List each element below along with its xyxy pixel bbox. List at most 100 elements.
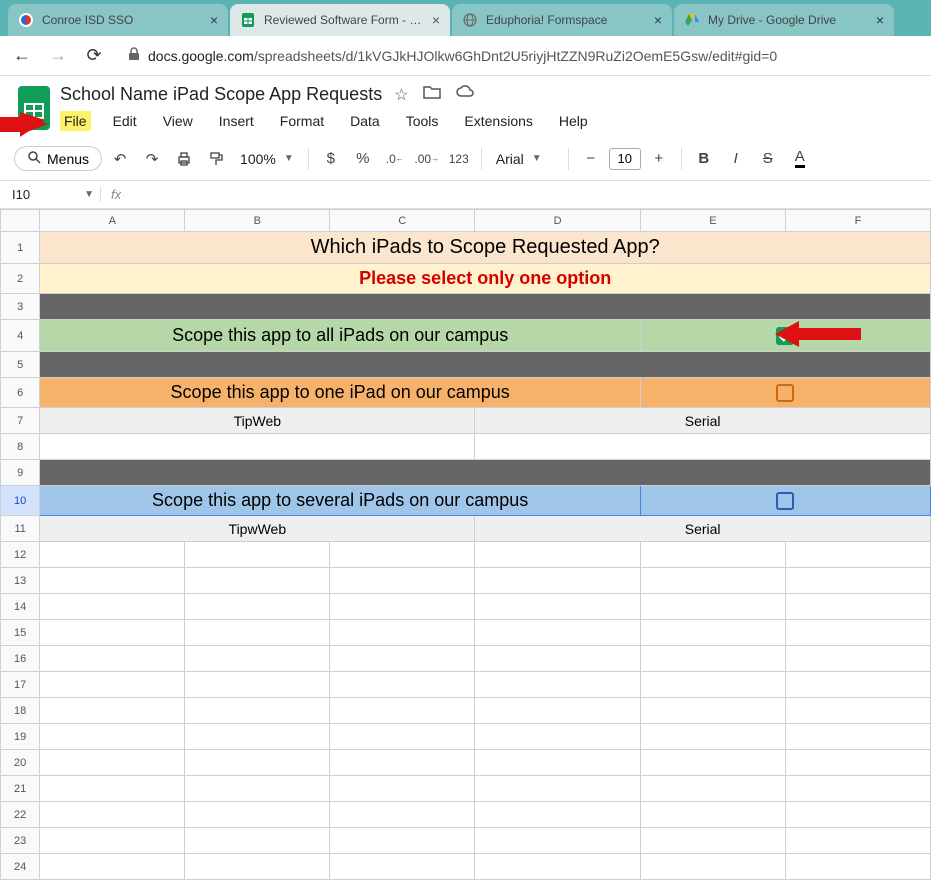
option-all-checkbox-cell[interactable] — [640, 320, 930, 352]
separator-cell[interactable] — [40, 352, 931, 378]
cell[interactable] — [40, 620, 185, 646]
cell[interactable] — [185, 750, 330, 776]
cloud-status-icon[interactable] — [455, 85, 475, 105]
cell[interactable] — [475, 750, 641, 776]
checkbox-icon[interactable] — [776, 327, 794, 345]
cell[interactable] — [475, 434, 931, 460]
menu-insert[interactable]: Insert — [215, 111, 258, 131]
cell[interactable] — [185, 854, 330, 880]
cell[interactable] — [40, 828, 185, 854]
text-color-button[interactable]: A — [786, 145, 814, 173]
cell[interactable] — [640, 854, 785, 880]
print-button[interactable] — [170, 145, 198, 173]
cell[interactable] — [330, 594, 475, 620]
row-header[interactable]: 17 — [1, 672, 40, 698]
italic-button[interactable]: I — [722, 145, 750, 173]
cell[interactable] — [475, 854, 641, 880]
increase-font-button[interactable]: + — [645, 145, 673, 173]
cell[interactable] — [640, 620, 785, 646]
row-header[interactable]: 23 — [1, 828, 40, 854]
document-title[interactable]: School Name iPad Scope App Requests — [60, 84, 382, 105]
tipweb-header-2[interactable]: TipwWeb — [40, 516, 475, 542]
cell[interactable] — [475, 672, 641, 698]
row-header[interactable]: 3 — [1, 294, 40, 320]
cell[interactable] — [475, 776, 641, 802]
cell[interactable] — [185, 594, 330, 620]
cell[interactable] — [40, 750, 185, 776]
reload-button[interactable]: ⟳ — [82, 45, 106, 66]
percent-button[interactable]: % — [349, 145, 377, 173]
sheets-logo-icon[interactable] — [16, 84, 52, 137]
currency-button[interactable]: $ — [317, 145, 345, 173]
cell[interactable] — [785, 854, 930, 880]
row-header[interactable]: 10 — [1, 486, 40, 516]
cell[interactable] — [185, 672, 330, 698]
cell[interactable] — [785, 802, 930, 828]
cell[interactable] — [40, 776, 185, 802]
cell[interactable] — [330, 542, 475, 568]
cell[interactable] — [785, 724, 930, 750]
more-formats-button[interactable]: 123 — [445, 145, 473, 173]
option-several-label[interactable]: Scope this app to several iPads on our c… — [40, 486, 641, 516]
col-header-D[interactable]: D — [475, 210, 641, 232]
cell[interactable] — [330, 828, 475, 854]
address-bar[interactable]: docs.google.com/spreadsheets/d/1kVGJkHJO… — [118, 42, 921, 70]
cell[interactable] — [330, 750, 475, 776]
cell[interactable] — [330, 854, 475, 880]
cell[interactable] — [185, 802, 330, 828]
cell[interactable] — [185, 568, 330, 594]
menu-view[interactable]: View — [159, 111, 197, 131]
cell[interactable] — [330, 776, 475, 802]
cell[interactable] — [785, 698, 930, 724]
cell[interactable] — [785, 828, 930, 854]
cell[interactable] — [785, 620, 930, 646]
cell[interactable] — [40, 646, 185, 672]
cell[interactable] — [640, 802, 785, 828]
cell[interactable] — [475, 594, 641, 620]
cell[interactable] — [785, 542, 930, 568]
row-header[interactable]: 11 — [1, 516, 40, 542]
menu-file[interactable]: File — [60, 111, 91, 131]
cell[interactable] — [330, 568, 475, 594]
row-header[interactable]: 1 — [1, 232, 40, 264]
row-header[interactable]: 14 — [1, 594, 40, 620]
tipweb-header[interactable]: TipWeb — [40, 408, 475, 434]
select-all-corner[interactable] — [1, 210, 40, 232]
row-header[interactable]: 8 — [1, 434, 40, 460]
row-header[interactable]: 7 — [1, 408, 40, 434]
cell[interactable] — [640, 828, 785, 854]
cell[interactable] — [40, 854, 185, 880]
browser-tab-3[interactable]: My Drive - Google Drive × — [674, 4, 894, 36]
checkbox-icon[interactable] — [776, 384, 794, 402]
menu-extensions[interactable]: Extensions — [460, 111, 536, 131]
cell[interactable] — [185, 698, 330, 724]
cell[interactable] — [330, 802, 475, 828]
cell[interactable] — [475, 620, 641, 646]
cell[interactable] — [475, 698, 641, 724]
row-header[interactable]: 21 — [1, 776, 40, 802]
cell[interactable] — [640, 698, 785, 724]
col-header-A[interactable]: A — [40, 210, 185, 232]
move-icon[interactable] — [423, 85, 441, 105]
col-header-C[interactable]: C — [330, 210, 475, 232]
close-icon[interactable]: × — [210, 12, 218, 28]
col-header-B[interactable]: B — [185, 210, 330, 232]
paint-format-button[interactable] — [202, 145, 230, 173]
back-button[interactable]: ← — [10, 45, 34, 66]
name-box[interactable]: I10 ▼ — [0, 187, 100, 202]
cell[interactable] — [785, 750, 930, 776]
font-size-input[interactable] — [609, 148, 641, 170]
instruction-cell[interactable]: Please select only one option — [40, 264, 931, 294]
forward-button[interactable]: → — [46, 45, 70, 66]
close-icon[interactable]: × — [432, 12, 440, 28]
row-header[interactable]: 4 — [1, 320, 40, 352]
cell[interactable] — [330, 620, 475, 646]
cell[interactable] — [330, 724, 475, 750]
cell[interactable] — [475, 724, 641, 750]
cell[interactable] — [40, 802, 185, 828]
row-header[interactable]: 16 — [1, 646, 40, 672]
row-header[interactable]: 22 — [1, 802, 40, 828]
menus-search[interactable]: Menus — [14, 146, 102, 171]
row-header[interactable]: 2 — [1, 264, 40, 294]
row-header[interactable]: 12 — [1, 542, 40, 568]
